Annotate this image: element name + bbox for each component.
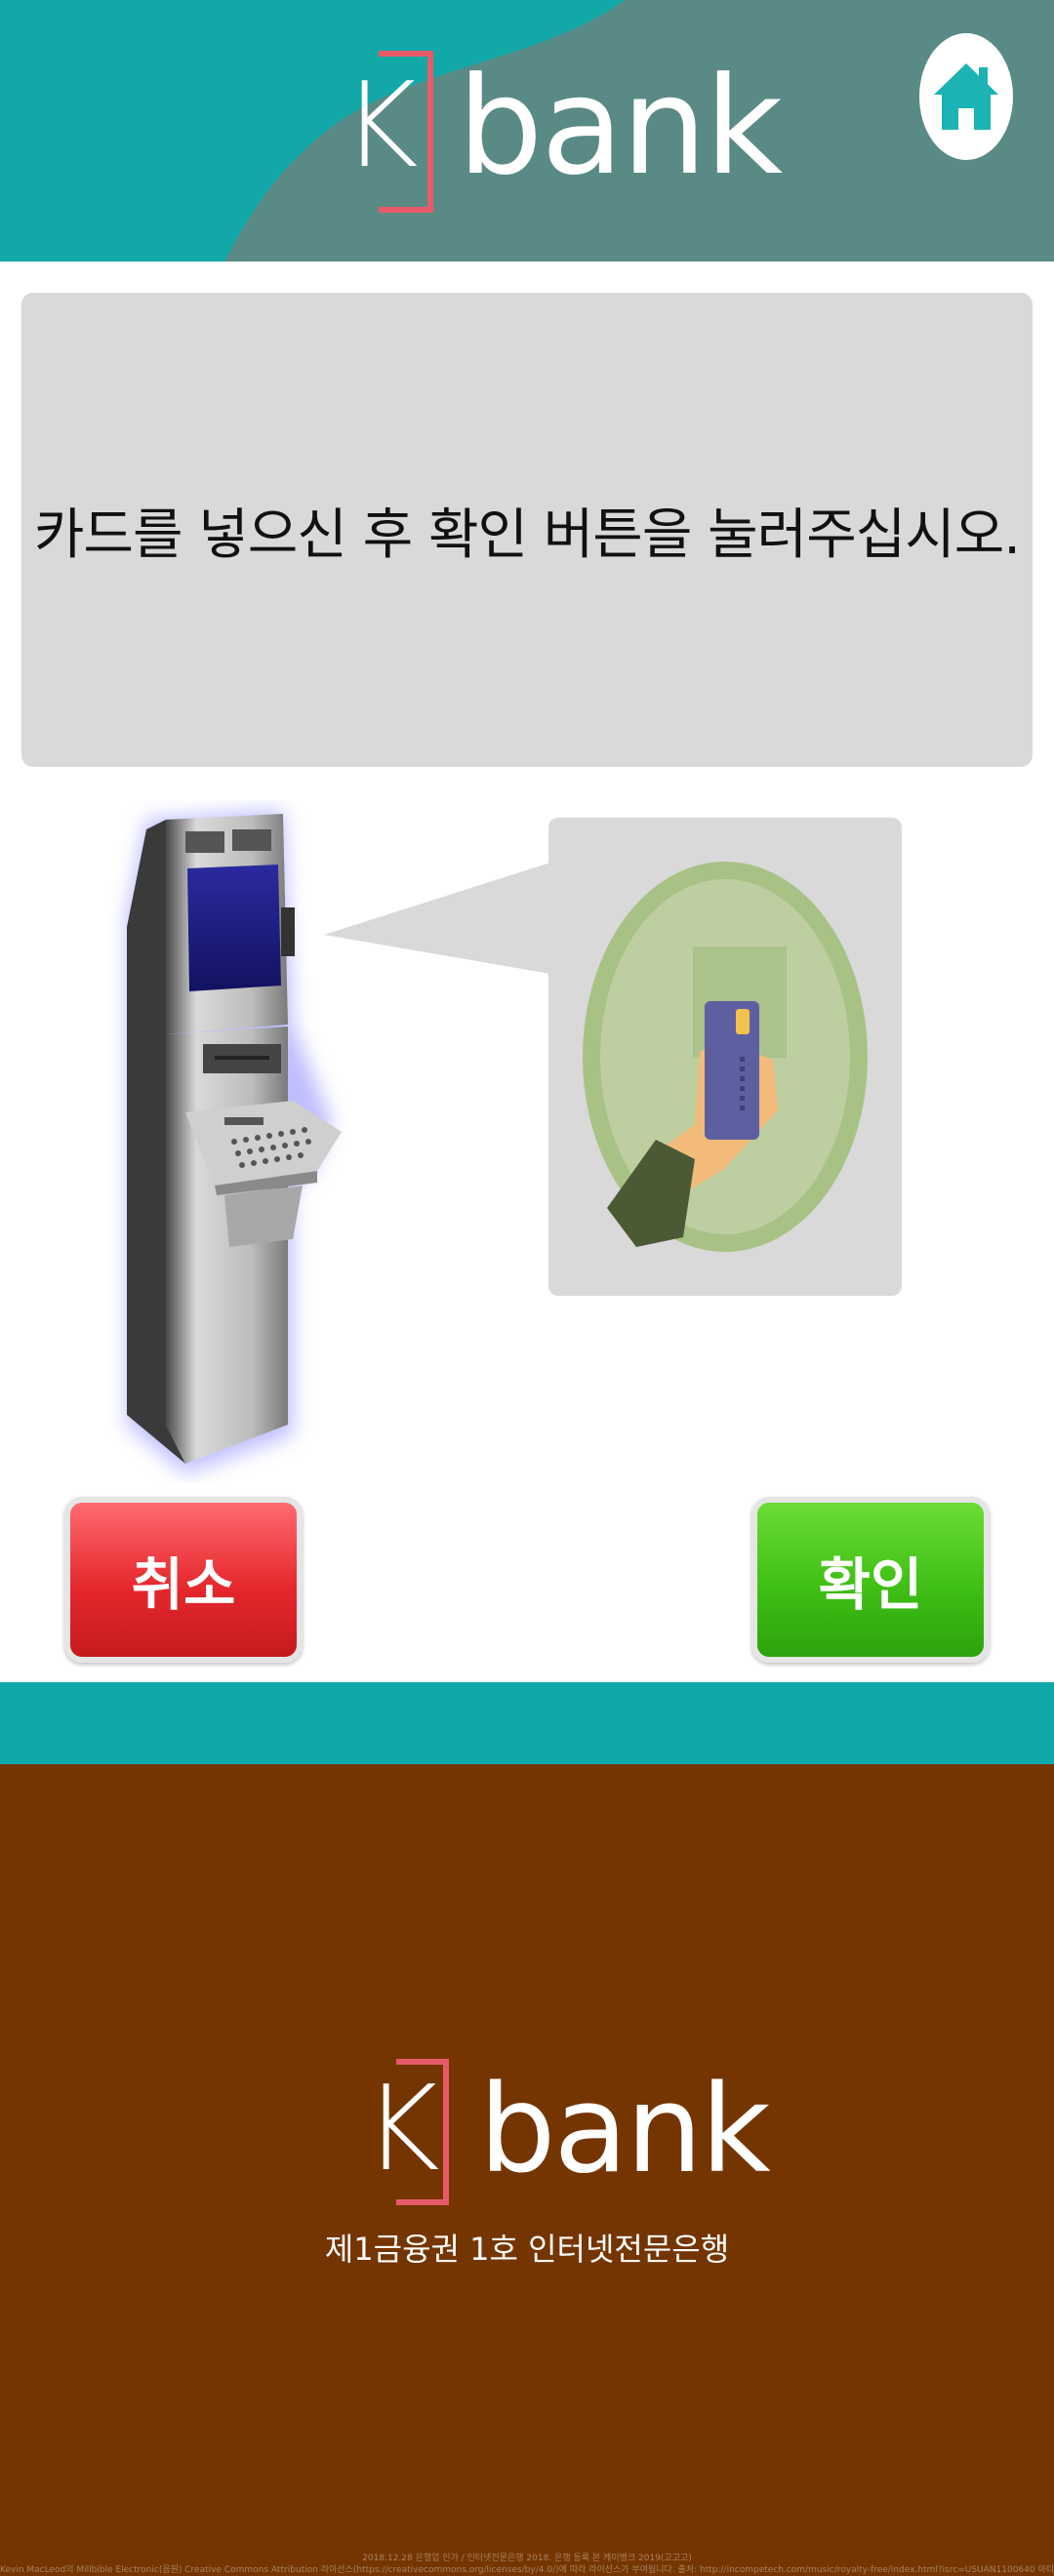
credit-text-line-2: Kevin MacLeod의 Millbible Electronic(음원) … bbox=[0, 2565, 1054, 2575]
logo-word: bank bbox=[457, 48, 784, 205]
kbank-logo: K bank bbox=[342, 48, 784, 213]
card-insert-callout bbox=[324, 818, 902, 1296]
footer: K bank 제1금융권 1호 인터넷전문은행 2018.12.28 은행업 인… bbox=[0, 1764, 1054, 2576]
logo-bracket bbox=[379, 51, 433, 213]
teal-divider-band bbox=[0, 1682, 1054, 1764]
callout-pointer bbox=[324, 863, 550, 974]
instruction-text: 카드를 넣으신 후 확인 버튼을 눌러주십시오. bbox=[33, 503, 1021, 567]
footer-logo-word: bank bbox=[478, 2060, 771, 2200]
atm-machine-image bbox=[127, 810, 342, 1473]
footer-kbank-logo: K bank bbox=[363, 2057, 771, 2205]
footer-tagline: 제1금융권 1호 인터넷전문은행 bbox=[324, 2231, 730, 2268]
callout-box bbox=[548, 818, 902, 1296]
instruction-panel: 카드를 넣으신 후 확인 버튼을 눌러주십시오. bbox=[21, 293, 1033, 767]
home-button[interactable] bbox=[919, 33, 1013, 160]
home-icon bbox=[934, 63, 998, 130]
cancel-button[interactable]: 취소 bbox=[64, 1497, 303, 1663]
header-bar: K bank bbox=[0, 0, 1054, 262]
confirm-button[interactable]: 확인 bbox=[751, 1497, 990, 1663]
footer-logo-bracket bbox=[396, 2059, 449, 2205]
hand-inserting-card-image bbox=[583, 862, 868, 1252]
